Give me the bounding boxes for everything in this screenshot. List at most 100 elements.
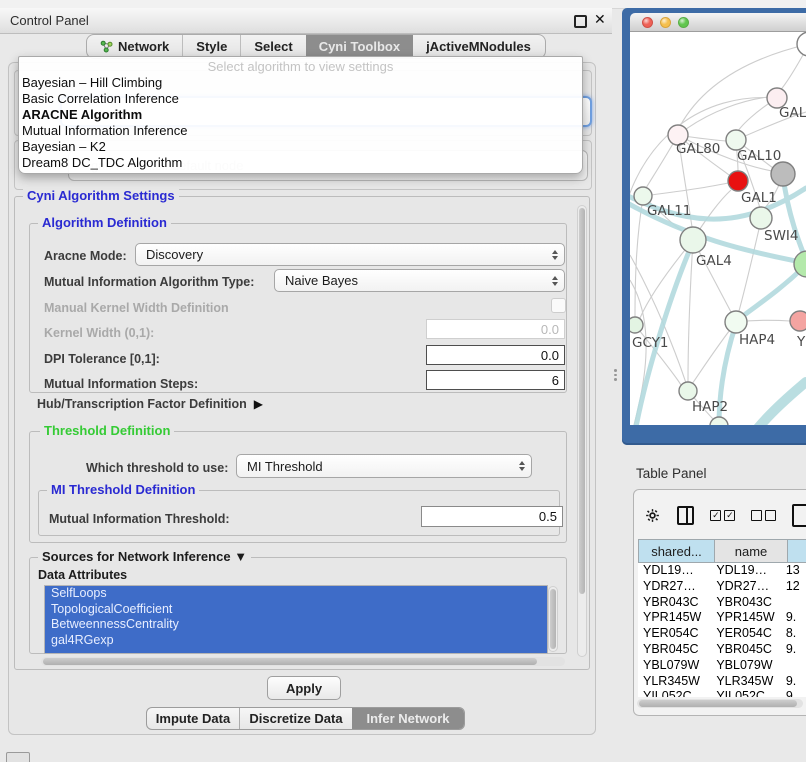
node-label: GAL80 <box>676 141 720 157</box>
algorithm-option-mutual-information-inference[interactable]: Mutual Information Inference <box>19 123 582 139</box>
attribute-list-scrollbar[interactable] <box>548 586 558 652</box>
deselect-all-icon[interactable] <box>751 510 776 521</box>
mi-threshold-input[interactable]: 0.5 <box>421 506 563 527</box>
network-node-hap4[interactable] <box>725 311 747 333</box>
table-row[interactable]: YER054CYER054C8. <box>638 626 806 642</box>
node-label: GCY1 <box>632 335 669 351</box>
attribute-item-topologicalcoefficient[interactable]: TopologicalCoefficient <box>45 602 547 618</box>
sources-group-title: Sources for Network Inference ▼ <box>38 549 251 564</box>
table-cell: YBL079W <box>711 658 781 674</box>
tab-label: jActiveMNodules <box>426 39 531 54</box>
table-row[interactable]: YBR043CYBR043C <box>638 595 806 611</box>
zoom-light[interactable] <box>678 17 689 28</box>
tab-jactivemnodules[interactable]: jActiveMNodules <box>413 35 544 58</box>
table-cell: YBL079W <box>638 658 711 674</box>
document-icon[interactable] <box>792 504 806 527</box>
mi-type-label: Mutual Information Algorithm Type: <box>44 275 254 289</box>
network-node-gcy1[interactable] <box>630 317 643 333</box>
kernel-width-input[interactable]: 0.0 <box>426 319 565 339</box>
mi-type-select[interactable]: Naive Bayes <box>274 269 565 292</box>
expand-arrow-icon[interactable]: ▶ <box>254 397 263 411</box>
settings-vertical-scrollbar[interactable] <box>577 205 587 657</box>
tab-style[interactable]: Style <box>182 35 240 58</box>
hub-definition-label: Hub/Transcription Factor Definition <box>37 397 247 411</box>
bottom-tabbar: Impute Data Discretize Data Infer Network <box>146 707 465 730</box>
attribute-item-gal4rgexp[interactable]: gal4RGexp <box>45 633 547 649</box>
splitter-handle[interactable] <box>613 369 617 381</box>
table-row[interactable]: YBL079WYBL079W <box>638 658 806 674</box>
algorithm-option-basic-correlation-inference[interactable]: Basic Correlation Inference <box>19 91 582 107</box>
close-light[interactable] <box>642 17 653 28</box>
mi-threshold-group-title: MI Threshold Definition <box>47 482 199 497</box>
node-label: GAL1 <box>741 190 777 206</box>
mi-steps-input[interactable]: 6 <box>426 370 565 390</box>
attribute-item-selfloops[interactable]: SelfLoops <box>45 586 547 602</box>
kernel-width-label: Kernel Width (0,1): <box>44 326 154 340</box>
apply-button[interactable]: Apply <box>267 676 341 700</box>
table-cell: YBR045C <box>711 642 781 658</box>
table-row[interactable]: YIL052CYIL052C9. <box>638 689 806 697</box>
network-node-hap2[interactable] <box>679 382 697 400</box>
network-canvas[interactable]: GAL7GAL80GAL10GAL1GAL11SWI4GAL4GCY1HAP4Y… <box>630 32 806 425</box>
algorithm-option-aracne-algorithm[interactable]: ARACNE Algorithm <box>19 107 582 123</box>
network-view-window[interactable]: GAL7GAL80GAL10GAL1GAL11SWI4GAL4GCY1HAP4Y… <box>622 8 806 445</box>
network-node-y[interactable] <box>790 311 806 331</box>
network-node-gal10[interactable] <box>726 130 746 150</box>
tab-cyni-toolbox[interactable]: Cyni Toolbox <box>306 35 413 58</box>
column-header-name[interactable]: name <box>715 539 788 563</box>
table-horizontal-scrollbar[interactable] <box>637 699 803 708</box>
table-row[interactable]: YLR345WYLR345W9. <box>638 674 806 690</box>
network-node-gal1[interactable] <box>728 171 748 191</box>
aracne-mode-select[interactable]: Discovery <box>135 243 565 266</box>
tab-select[interactable]: Select <box>240 35 305 58</box>
select-all-icon[interactable]: ✓✓ <box>710 510 735 521</box>
tab-impute-data[interactable]: Impute Data <box>147 708 239 729</box>
tab-network[interactable]: Network <box>87 35 182 58</box>
manual-kernel-checkbox[interactable] <box>551 298 566 313</box>
close-icon[interactable]: ✕ <box>594 11 606 28</box>
tab-label: Infer Network <box>366 711 449 726</box>
network-node-swi4[interactable] <box>750 207 772 229</box>
network-node[interactable] <box>771 162 795 186</box>
mi-threshold-label: Mutual Information Threshold: <box>49 512 230 526</box>
table-row[interactable]: YPR145WYPR145W9. <box>638 610 806 626</box>
columns-icon[interactable] <box>677 506 694 525</box>
algorithm-option-dream8-dc-tdc-algorithm[interactable]: Dream8 DC_TDC Algorithm <box>19 155 582 171</box>
table-row[interactable]: YDR27…YDR27…12 <box>638 579 806 595</box>
collapsed-panel-button[interactable] <box>6 752 30 762</box>
network-node-gal4[interactable] <box>680 227 706 253</box>
attribute-item-betweennesscentrality[interactable]: BetweennessCentrality <box>45 617 547 633</box>
control-panel-titlebar: Control Panel ✕ <box>0 8 612 34</box>
tab-infer-network[interactable]: Infer Network <box>352 708 464 729</box>
table-row[interactable]: YBR045CYBR045C9. <box>638 642 806 658</box>
table-cell: YDR27… <box>711 579 781 595</box>
algorithm-option-list: Bayesian – Hill ClimbingBasic Correlatio… <box>19 75 582 171</box>
tab-discretize-data[interactable]: Discretize Data <box>239 708 352 729</box>
network-window-titlebar[interactable] <box>630 13 806 32</box>
minimize-light[interactable] <box>660 17 671 28</box>
node-label: HAP4 <box>739 332 775 348</box>
dpi-tolerance-input[interactable]: 0.0 <box>426 345 565 365</box>
which-threshold-select[interactable]: MI Threshold <box>236 454 532 478</box>
table-row[interactable]: YDL19…YDL19…13 <box>638 563 806 579</box>
node-label: HAP2 <box>692 399 728 415</box>
hub-definition-section[interactable]: Hub/Transcription Factor Definition ▶ <box>37 397 263 411</box>
table-cell: 12 <box>781 579 806 595</box>
aracne-mode-value: Discovery <box>146 247 203 262</box>
settings-horizontal-scrollbar[interactable] <box>41 657 565 666</box>
algorithm-option-bayesian-k2[interactable]: Bayesian – K2 <box>19 139 582 155</box>
table-cell: YIL052C <box>638 689 711 697</box>
algorithm-option-bayesian-hill-climbing[interactable]: Bayesian – Hill Climbing <box>19 75 582 91</box>
table-panel-window: ✓✓ shared...nameA YDL19…YDL19…13YDR27…YD… <box>633 489 806 716</box>
spinner-icon <box>519 461 525 471</box>
collapse-arrow-icon[interactable]: ▼ <box>234 549 247 564</box>
data-attributes-list[interactable]: SelfLoopsTopologicalCoefficientBetweenne… <box>44 585 548 654</box>
table-cell: YLR345W <box>711 674 781 690</box>
dpi-tolerance-label: DPI Tolerance [0,1]: <box>44 352 160 366</box>
tab-label: Discretize Data <box>249 711 342 726</box>
float-icon[interactable] <box>574 15 587 28</box>
network-node[interactable] <box>797 32 806 56</box>
gear-icon[interactable] <box>644 506 661 525</box>
column-header-shared[interactable]: shared... <box>638 539 715 563</box>
column-header-a[interactable]: A <box>788 539 806 563</box>
